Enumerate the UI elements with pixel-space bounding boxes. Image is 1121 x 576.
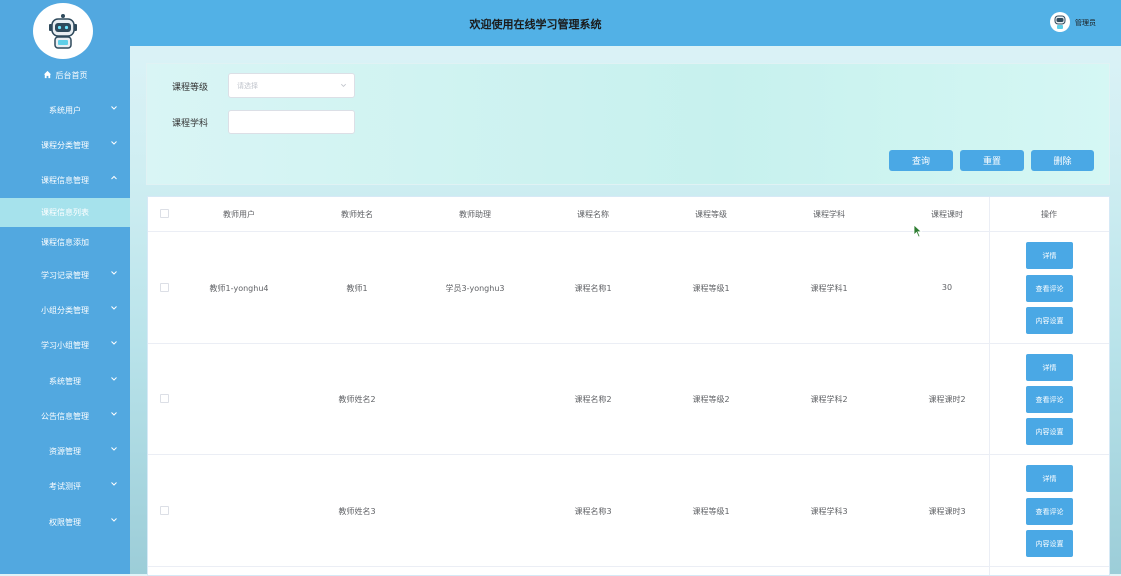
chevron-down-icon: [111, 106, 117, 110]
chevron-down-icon: [111, 306, 117, 310]
row-checkbox[interactable]: [160, 394, 169, 403]
subject-input[interactable]: [228, 110, 355, 134]
cell-teacher-name: 教师姓名3: [338, 507, 376, 516]
view-review-button[interactable]: 查看评论: [1026, 498, 1073, 525]
select-all-checkbox[interactable]: [160, 209, 169, 218]
row-divider: [148, 231, 1109, 232]
sidebar-item-system-users[interactable]: 系统用户: [0, 93, 130, 127]
chevron-down-icon: [111, 341, 117, 345]
content-settings-button[interactable]: 内容设置: [1026, 307, 1073, 334]
detail-button[interactable]: 详情: [1026, 242, 1073, 269]
row-checkbox[interactable]: [160, 506, 169, 515]
sidebar-item-course-list[interactable]: 课程信息列表: [0, 198, 130, 227]
chevron-down-icon: [341, 83, 346, 87]
sidebar-item-exams[interactable]: 考试测评: [0, 469, 130, 503]
sidebar-item-home[interactable]: 后台首页: [0, 58, 130, 92]
level-select[interactable]: 请选择: [228, 73, 355, 98]
mouse-cursor-icon: [913, 224, 923, 238]
sidebar-item-announcements[interactable]: 公告信息管理: [0, 399, 130, 433]
column-divider: [989, 197, 990, 575]
cell-course-name: 课程名称2: [574, 395, 612, 404]
top-header: 欢迎使用在线学习管理系统 管理员: [130, 0, 1121, 46]
content-settings-button[interactable]: 内容设置: [1026, 418, 1073, 445]
cell-assistant: 学员3-yonghu3: [445, 284, 505, 293]
robot-icon: [42, 10, 84, 52]
course-table: 教师用户 教师姓名 教师助理 课程名称 课程等级 课程学科 课程课时 操作 教师…: [147, 196, 1110, 576]
row-divider: [148, 566, 1109, 567]
cell-teacher-name: 教师姓名2: [338, 395, 376, 404]
chevron-up-icon: [111, 175, 117, 180]
detail-button[interactable]: 详情: [1026, 465, 1073, 492]
reset-button[interactable]: 重置: [960, 150, 1024, 171]
user-avatar[interactable]: [1050, 12, 1070, 32]
column-header: 课程学科: [813, 210, 845, 219]
cell-course-name: 课程名称1: [574, 284, 612, 293]
column-header: 课程等级: [695, 210, 727, 219]
sidebar: 后台首页 系统用户 课程分类管理 课程信息管理 课程信息列表 课程信息添加 学习…: [0, 0, 130, 574]
sidebar-item-label: 课程信息添加: [41, 237, 89, 247]
query-button[interactable]: 查询: [889, 150, 953, 171]
column-header: 教师助理: [459, 210, 491, 219]
cell-hours: 课程课时3: [928, 507, 966, 516]
subject-label: 课程学科: [172, 119, 209, 129]
column-header: 课程名称: [577, 210, 609, 219]
column-header: 教师用户: [223, 210, 255, 219]
robot-logo-avatar: [33, 3, 93, 59]
home-icon: [43, 70, 51, 78]
sidebar-item-study-groups[interactable]: 学习小组管理: [0, 328, 130, 362]
column-header: 课程课时: [931, 210, 963, 219]
chevron-down-icon: [111, 377, 117, 381]
chevron-down-icon: [111, 271, 117, 275]
user-name[interactable]: 管理员: [1075, 18, 1096, 28]
cell-teacher-user: 教师1-yonghu4: [209, 284, 269, 293]
sidebar-item-resources[interactable]: 资源管理: [0, 434, 130, 468]
cell-subject: 课程学科3: [810, 507, 848, 516]
level-select-placeholder: 请选择: [237, 82, 258, 90]
chevron-down-icon: [111, 482, 117, 486]
page-title: 欢迎使用在线学习管理系统: [469, 18, 602, 31]
content-settings-button[interactable]: 内容设置: [1026, 530, 1073, 557]
detail-button[interactable]: 详情: [1026, 354, 1073, 381]
column-header: 操作: [1041, 210, 1057, 219]
sidebar-item-label: 课程信息列表: [41, 208, 89, 217]
robot-avatar-icon: [1054, 15, 1066, 29]
view-review-button[interactable]: 查看评论: [1026, 386, 1073, 413]
search-panel: 课程等级 请选择 课程学科 查询 重置 删除: [146, 63, 1110, 185]
view-review-button[interactable]: 查看评论: [1026, 275, 1073, 302]
cell-course-name: 课程名称3: [574, 507, 612, 516]
sidebar-item-group-category[interactable]: 小组分类管理: [0, 293, 130, 327]
sidebar-item-system-admin[interactable]: 系统管理: [0, 364, 130, 398]
cell-subject: 课程学科1: [810, 284, 848, 293]
chevron-down-icon: [111, 141, 117, 145]
sidebar-item-course-info[interactable]: 课程信息管理: [0, 163, 130, 197]
level-label: 课程等级: [172, 83, 209, 93]
cell-level: 课程等级1: [692, 507, 730, 516]
column-header: 教师姓名: [341, 210, 373, 219]
sidebar-item-label: 后台首页: [55, 70, 88, 80]
cell-hours: 30: [941, 283, 953, 292]
cell-level: 课程等级1: [692, 284, 730, 293]
chevron-down-icon: [111, 447, 117, 451]
row-checkbox[interactable]: [160, 283, 169, 292]
sidebar-item-course-add[interactable]: 课程信息添加: [0, 227, 130, 257]
delete-button[interactable]: 删除: [1031, 150, 1094, 171]
row-divider: [148, 454, 1109, 455]
sidebar-item-course-category[interactable]: 课程分类管理: [0, 128, 130, 162]
chevron-down-icon: [111, 518, 117, 522]
cell-level: 课程等级2: [692, 395, 730, 404]
cell-teacher-name: 教师1: [346, 284, 368, 293]
chevron-down-icon: [111, 412, 117, 416]
cell-subject: 课程学科2: [810, 395, 848, 404]
row-divider: [148, 343, 1109, 344]
sidebar-item-study-records[interactable]: 学习记录管理: [0, 258, 130, 292]
sidebar-item-permissions[interactable]: 权限管理: [0, 505, 130, 539]
cell-hours: 课程课时2: [928, 395, 966, 404]
